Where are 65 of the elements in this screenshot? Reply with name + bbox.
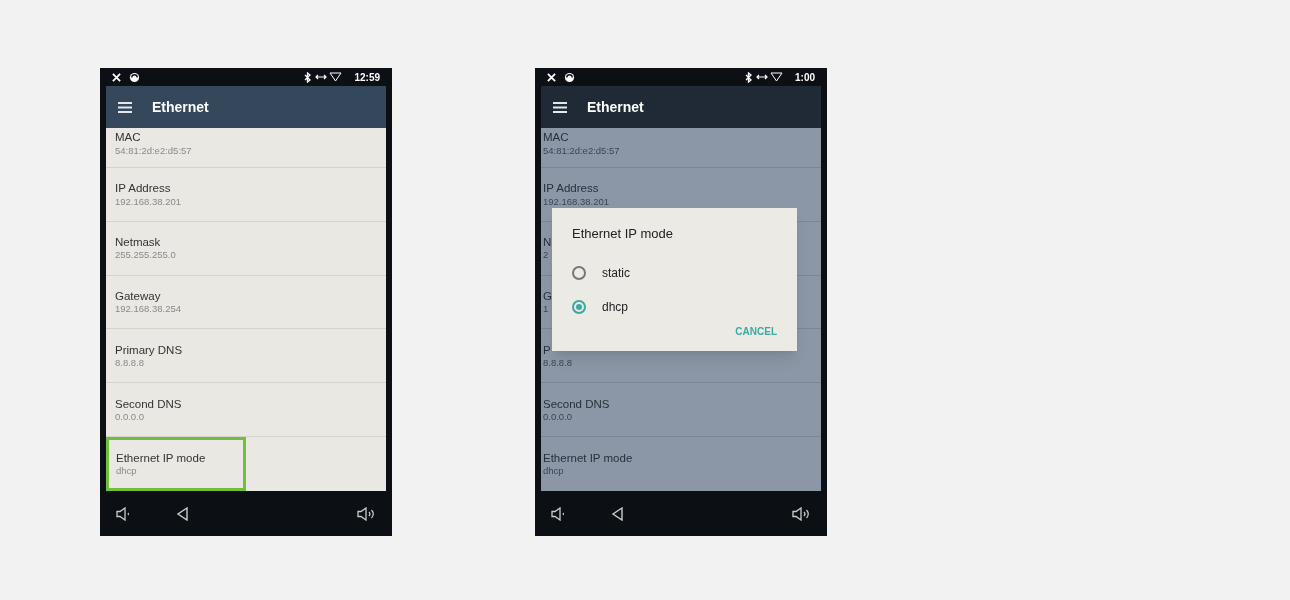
- row-label: G: [543, 288, 552, 304]
- option-label: dhcp: [602, 298, 629, 316]
- row-value: 1: [543, 303, 549, 316]
- row-value: 0.0.0.0: [543, 410, 573, 423]
- radio-button[interactable]: [572, 299, 586, 314]
- row-value: 255.255.255.0: [115, 249, 176, 262]
- row-value: 192.168.38.201: [543, 195, 610, 208]
- row-value: dhcp: [543, 465, 564, 478]
- row-label: Second DNS: [115, 396, 182, 411]
- settings-row[interactable]: IP Address 192.168.38.201: [106, 167, 386, 222]
- row-label: IP Address: [543, 181, 599, 196]
- settings-row[interactable]: Gateway 192.168.38.254: [106, 275, 386, 330]
- sync-icon: [564, 71, 575, 83]
- back-icon[interactable]: [176, 506, 189, 521]
- settings-row[interactable]: Second DNS 0.0.0.0: [541, 383, 821, 438]
- radio-button[interactable]: [572, 265, 586, 280]
- row-label: P: [543, 342, 551, 358]
- menu-icon[interactable]: [553, 101, 567, 113]
- row-label: Second DNS: [543, 396, 610, 411]
- row-label: Ethernet IP mode: [543, 450, 633, 466]
- clock: 1:00: [795, 70, 815, 85]
- row-label: N: [543, 235, 552, 250]
- row-label: Ethernet IP mode: [116, 450, 206, 466]
- ethernet-arrows-icon: [315, 73, 328, 81]
- clock: 12:59: [354, 70, 380, 85]
- signal-off-icon: [547, 72, 556, 82]
- row-value: 192.168.38.201: [115, 195, 182, 208]
- wifi-icon: [770, 72, 783, 82]
- app-title: Ethernet: [152, 97, 209, 117]
- row-value: 54:81:2d:e2:d5:57: [115, 144, 192, 157]
- volume-up-icon[interactable]: [357, 506, 376, 521]
- sync-icon: [129, 71, 140, 83]
- row-label: Gateway: [115, 288, 161, 304]
- option-label: static: [602, 264, 630, 282]
- row-label: Primary DNS: [115, 342, 183, 358]
- ethernet-arrows-icon: [756, 73, 768, 81]
- settings-row[interactable]: Netmask 255.255.255.0: [106, 221, 386, 276]
- signal-off-icon: [112, 72, 121, 82]
- row-value: 8.8.8.8: [543, 357, 573, 369]
- settings-row[interactable]: Ethernet IP mode dhcp: [106, 437, 246, 491]
- row-label: MAC: [543, 130, 569, 145]
- row-value: 54:81:2d:e2:d5:57: [543, 144, 620, 157]
- wifi-icon: [329, 72, 343, 82]
- dialog-title: Ethernet IP mode: [572, 225, 674, 243]
- settings-row[interactable]: Ethernet IP mode dhcp: [541, 437, 821, 491]
- volume-down-icon[interactable]: [551, 506, 567, 521]
- volume-down-icon[interactable]: [116, 506, 132, 521]
- row-value: 192.168.38.254: [115, 303, 182, 316]
- menu-icon[interactable]: [118, 101, 132, 113]
- row-value: 8.8.8.8: [115, 357, 145, 369]
- bluetooth-icon: [304, 71, 312, 83]
- settings-row[interactable]: Primary DNS 8.8.8.8: [106, 329, 386, 384]
- row-label: IP Address: [115, 181, 171, 196]
- row-value: 0.0.0.0: [115, 410, 145, 423]
- app-title: Ethernet: [587, 97, 644, 117]
- row-label: Netmask: [115, 235, 161, 250]
- settings-row[interactable]: Second DNS 0.0.0.0: [106, 383, 386, 438]
- volume-up-icon[interactable]: [792, 506, 811, 521]
- row-label: MAC: [115, 130, 141, 145]
- back-icon[interactable]: [611, 506, 624, 521]
- row-value: dhcp: [116, 465, 137, 478]
- settings-row[interactable]: MAC 54:81:2d:e2:d5:57: [541, 128, 821, 168]
- settings-row[interactable]: MAC 54:81:2d:e2:d5:57: [106, 128, 386, 168]
- bluetooth-icon: [745, 71, 752, 83]
- row-value: 2: [543, 249, 549, 262]
